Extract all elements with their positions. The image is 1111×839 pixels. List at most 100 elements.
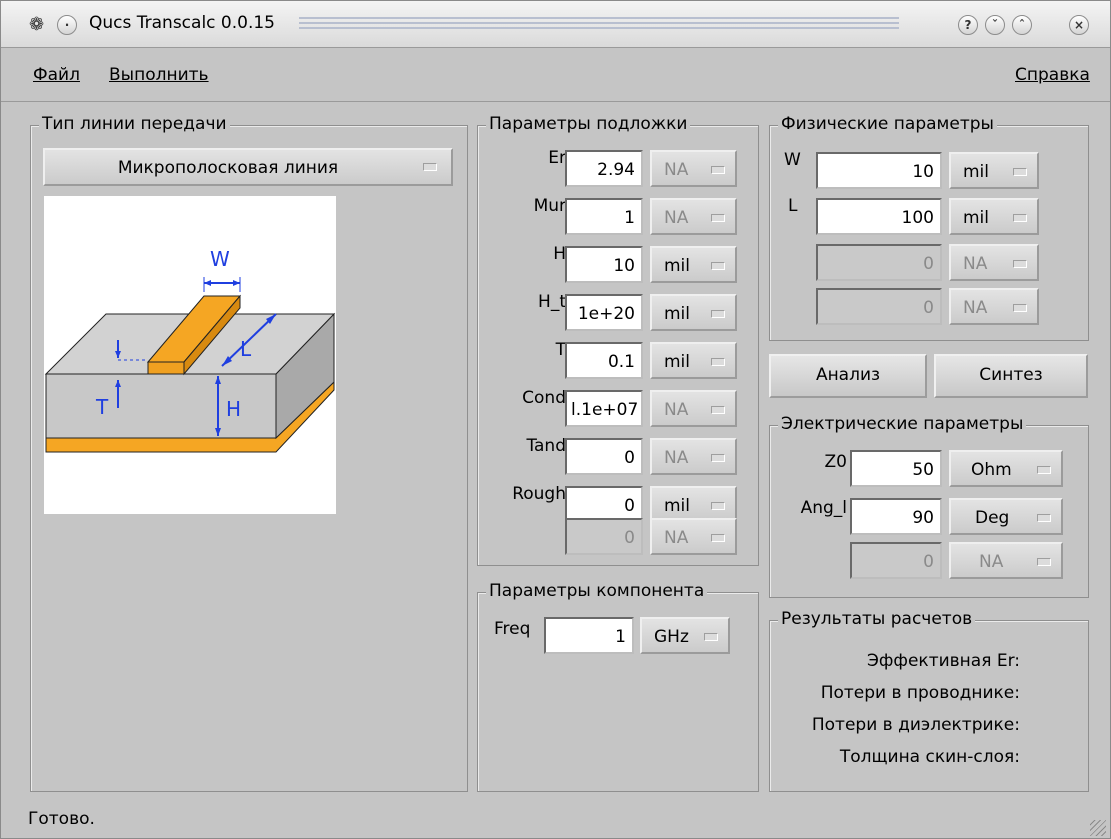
er-field[interactable]: 2.94 (565, 150, 643, 187)
extra-electrical-unit: NA (979, 552, 1004, 572)
er-label: Er (548, 148, 566, 168)
extra-physical-field-1[interactable]: 0 (816, 244, 942, 281)
w-unit-select[interactable]: mil (949, 152, 1039, 189)
dropdown-icon (1013, 214, 1027, 222)
substrate-group: Параметры подложки Er 2.94 NA Mur 1 NA H… (477, 114, 759, 566)
t-field[interactable]: 0.1 (565, 342, 643, 379)
minimize-icon[interactable]: ˇ (985, 15, 1005, 35)
component-title: Параметры компонента (486, 581, 708, 601)
l-unit-select[interactable]: mil (949, 198, 1039, 235)
cond-unit: NA (664, 400, 689, 420)
dropdown-icon (711, 214, 725, 222)
menu-bar: Файл Выполнить Справка (1, 49, 1110, 102)
t-unit-select[interactable]: mil (650, 342, 737, 379)
z0-unit-select[interactable]: Ohm (949, 450, 1063, 487)
help-icon[interactable]: ? (958, 15, 978, 35)
results-title: Результаты расчетов (778, 609, 976, 629)
result-eff-er: Эффективная Er: (867, 651, 1020, 671)
er-unit: NA (664, 160, 689, 180)
h-field[interactable]: 10 (565, 246, 643, 283)
sticky-icon[interactable]: · (57, 15, 77, 35)
maximize-icon[interactable]: ˆ (1012, 15, 1032, 35)
synthesize-button[interactable]: Синтез (934, 354, 1088, 398)
menu-file[interactable]: Файл (33, 65, 80, 85)
mur-unit-select[interactable]: NA (650, 198, 737, 235)
dropdown-icon (423, 163, 437, 171)
tand-unit: NA (664, 448, 689, 468)
er-unit-select[interactable]: NA (650, 150, 737, 187)
extra-electrical-unit-select[interactable]: NA (949, 542, 1063, 579)
freq-unit-select[interactable]: GHz (640, 617, 730, 654)
dropdown-icon (711, 502, 725, 510)
dropdown-icon (711, 406, 725, 414)
electrical-title: Электрические параметры (778, 414, 1027, 434)
h-unit-select[interactable]: mil (650, 246, 737, 283)
freq-field[interactable]: 1 (544, 617, 634, 654)
extra-substrate-field[interactable]: 0 (565, 518, 643, 555)
diagram-l-label: L (240, 337, 252, 361)
extra-physical-unit-2: NA (963, 298, 988, 318)
status-text: Готово. (28, 809, 95, 829)
w-unit: mil (963, 162, 990, 182)
ht-field[interactable]: 1e+20 (565, 294, 643, 331)
component-group: Параметры компонента Freq 1 GHz (477, 581, 759, 792)
diagram-h-label: H (226, 397, 241, 421)
extra-physical-field-2[interactable]: 0 (816, 288, 942, 325)
mur-label: Mur (533, 196, 566, 216)
line-type-title: Тип линии передачи (39, 114, 230, 134)
w-field[interactable]: 10 (816, 152, 942, 189)
microstrip-diagram: W L T H (44, 196, 336, 514)
app-window: ❁ · Qucs Transcalc 0.0.15 ? ˇ ˆ × Файл В… (0, 0, 1111, 839)
title-bar-grip (299, 17, 899, 30)
analyze-button[interactable]: Анализ (769, 354, 927, 398)
dropdown-icon (711, 358, 725, 366)
extra-physical-unit-select-1[interactable]: NA (949, 244, 1039, 281)
line-type-value: Микрополосковая линия (117, 158, 339, 178)
extra-substrate-unit-select[interactable]: NA (650, 518, 737, 555)
l-field[interactable]: 100 (816, 198, 942, 235)
angl-unit: Deg (975, 508, 1010, 528)
resize-grip-icon[interactable] (1090, 820, 1106, 836)
app-icon[interactable]: ❁ (29, 14, 44, 35)
diagram-t-label: T (95, 395, 109, 419)
extra-physical-unit-1: NA (963, 254, 988, 274)
cond-unit-select[interactable]: NA (650, 390, 737, 427)
dropdown-icon (1013, 304, 1027, 312)
physical-title: Физические параметры (778, 114, 997, 134)
w-label: W (784, 150, 801, 170)
freq-label: Freq (494, 619, 531, 639)
line-type-select[interactable]: Микрополосковая линия (43, 148, 453, 186)
angl-unit-select[interactable]: Deg (949, 498, 1063, 535)
cond-label: Cond (522, 388, 566, 408)
angl-label: Ang_l (800, 498, 847, 518)
dropdown-icon (704, 633, 718, 641)
diagram-w-label: W (210, 247, 230, 271)
freq-unit: GHz (654, 627, 689, 647)
extra-electrical-field[interactable]: 0 (850, 542, 942, 579)
dropdown-icon (1013, 260, 1027, 268)
cond-field[interactable]: l.1e+07 (565, 390, 643, 427)
menu-run[interactable]: Выполнить (109, 65, 209, 85)
tand-unit-select[interactable]: NA (650, 438, 737, 475)
line-type-group: Тип линии передачи Микрополосковая линия (30, 114, 468, 792)
z0-label: Z0 (824, 452, 847, 472)
mur-unit: NA (664, 208, 689, 228)
rough-label: Rough (512, 484, 566, 504)
ht-unit-select[interactable]: mil (650, 294, 737, 331)
close-icon[interactable]: × (1069, 15, 1089, 35)
title-bar[interactable]: ❁ · Qucs Transcalc 0.0.15 ? ˇ ˆ × (1, 1, 1110, 48)
t-unit: mil (664, 352, 691, 372)
tand-label: Tand (526, 436, 566, 456)
l-unit: mil (963, 208, 990, 228)
extra-physical-unit-select-2[interactable]: NA (949, 288, 1039, 325)
tand-field[interactable]: 0 (565, 438, 643, 475)
dropdown-icon (1013, 168, 1027, 176)
dropdown-icon (711, 534, 725, 542)
dropdown-icon (711, 262, 725, 270)
ht-label: H_t (538, 292, 566, 312)
menu-help[interactable]: Справка (1015, 65, 1090, 85)
z0-field[interactable]: 50 (850, 450, 942, 487)
mur-field[interactable]: 1 (565, 198, 643, 235)
angl-field[interactable]: 90 (850, 498, 942, 535)
l-label: L (788, 196, 798, 216)
